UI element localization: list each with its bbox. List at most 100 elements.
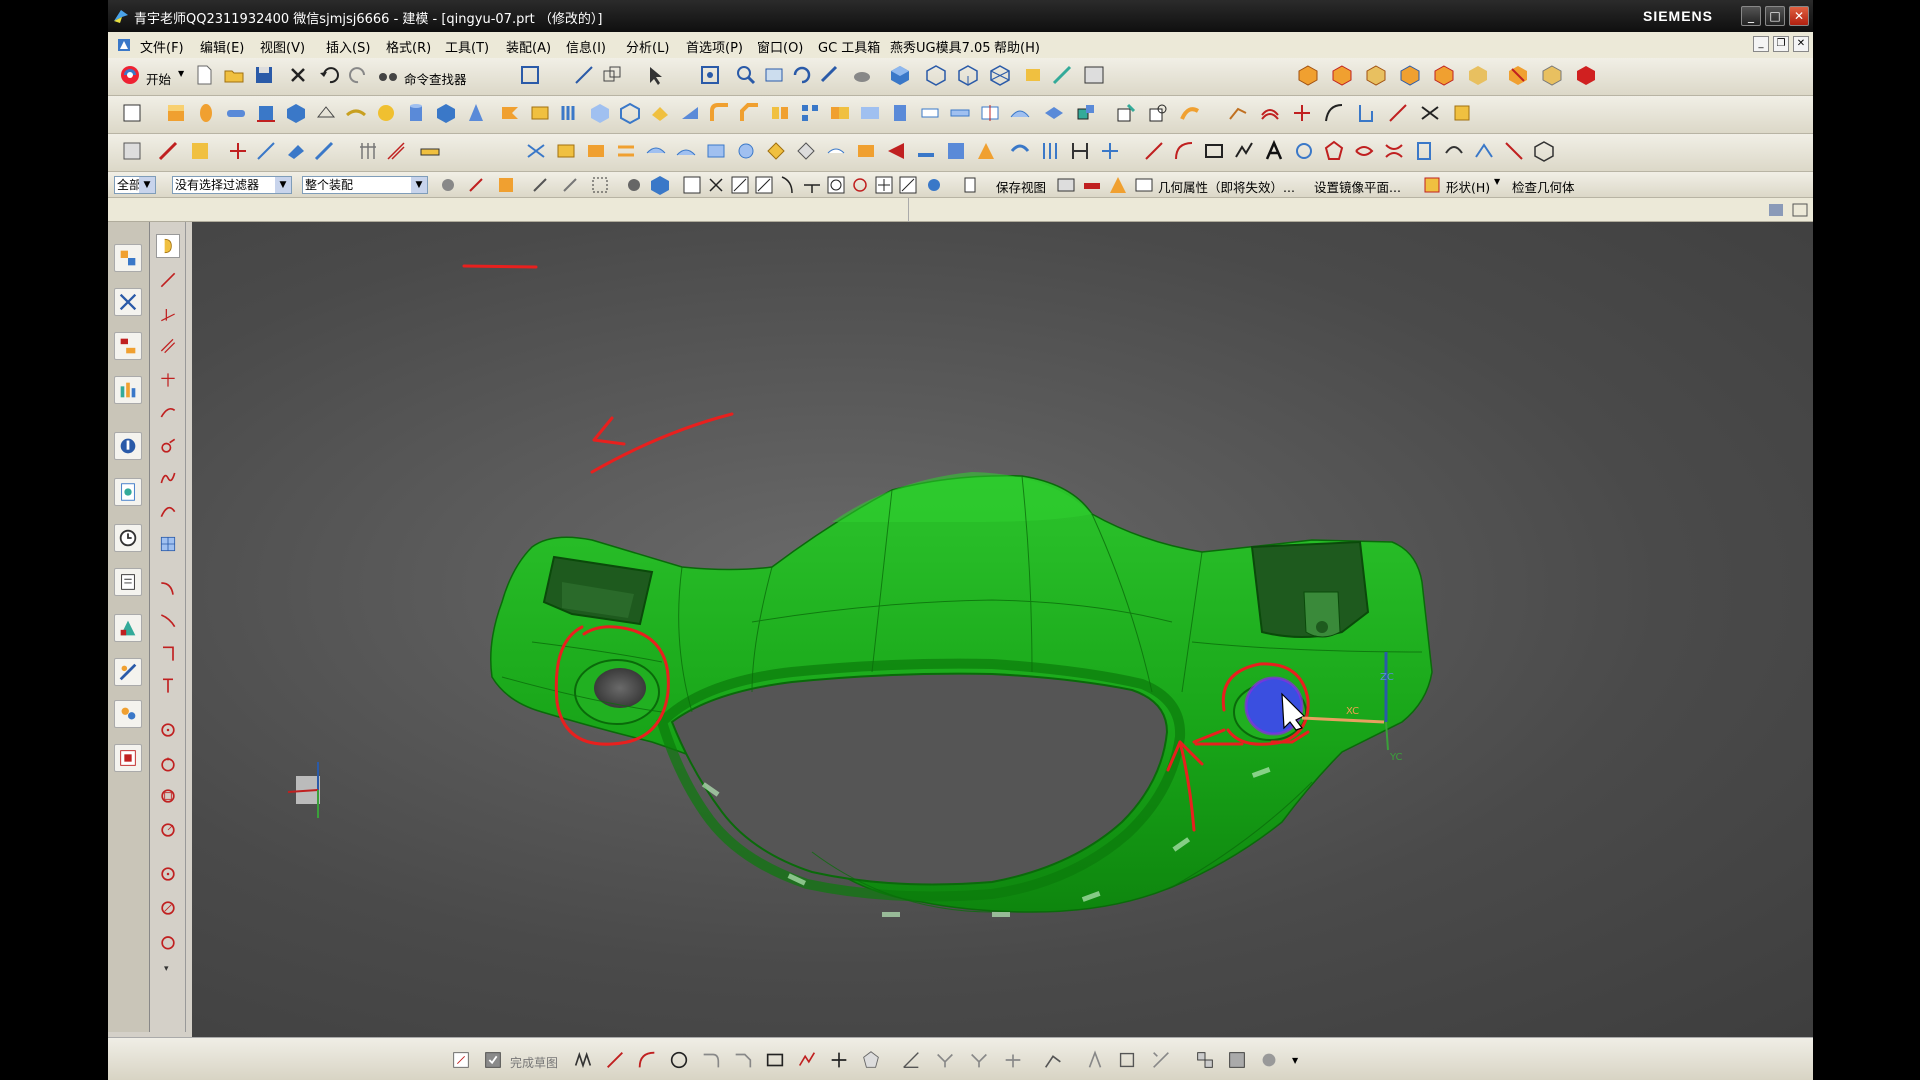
sketch-offset-icon[interactable] xyxy=(156,674,180,698)
new-icon[interactable] xyxy=(192,63,216,87)
menu-analysis[interactable]: 分析(L) xyxy=(626,37,669,56)
revolve-icon[interactable] xyxy=(194,101,218,125)
sync-model-icon[interactable] xyxy=(1146,101,1170,125)
rotate-icon[interactable] xyxy=(790,63,814,87)
cut-icon[interactable] xyxy=(286,63,310,87)
datum-axis-icon[interactable] xyxy=(312,139,336,163)
combined-curve-icon[interactable] xyxy=(1442,139,1466,163)
constraint-nav-icon[interactable] xyxy=(114,288,142,316)
mirror-body-icon[interactable] xyxy=(768,101,792,125)
pattern-curve-icon[interactable] xyxy=(1256,1047,1282,1073)
through-curves-icon[interactable] xyxy=(524,139,548,163)
snap-midpoint-icon[interactable] xyxy=(648,173,672,197)
point-set-icon[interactable] xyxy=(254,139,278,163)
offset-curve-icon[interactable] xyxy=(1258,101,1282,125)
x-form-icon[interactable] xyxy=(1008,139,1032,163)
spline-sketch-icon[interactable] xyxy=(794,1047,820,1073)
undo-icon[interactable] xyxy=(318,63,342,87)
global-shaping-icon[interactable] xyxy=(1068,139,1092,163)
measure-icon[interactable] xyxy=(1080,173,1104,197)
line-sketch-icon[interactable] xyxy=(602,1047,628,1073)
left-hole[interactable] xyxy=(594,668,646,708)
extension-icon[interactable] xyxy=(884,139,908,163)
fill-surface-icon[interactable] xyxy=(974,139,998,163)
snap-tangent-icon[interactable] xyxy=(752,173,776,197)
curve-extract-icon[interactable] xyxy=(1450,101,1474,125)
mold-tool-5-icon[interactable] xyxy=(1432,63,1456,87)
layer-icon[interactable] xyxy=(1022,63,1046,87)
arc-icon[interactable] xyxy=(1172,139,1196,163)
sketch-trim-icon[interactable] xyxy=(156,576,180,600)
menu-preferences[interactable]: 首选项(P) xyxy=(686,37,743,56)
minimize-button[interactable]: _ xyxy=(1741,6,1761,26)
auto-constrain-icon[interactable] xyxy=(1082,1047,1108,1073)
project-curve-icon[interactable] xyxy=(1354,101,1378,125)
menu-insert[interactable]: 插入(S) xyxy=(326,37,370,56)
front-view-icon[interactable] xyxy=(924,63,948,87)
rectangle-select-icon[interactable] xyxy=(588,173,612,197)
mold-tool-4-icon[interactable] xyxy=(1398,63,1422,87)
palettes-icon[interactable] xyxy=(114,744,142,772)
reuse-library-icon[interactable] xyxy=(114,376,142,404)
system-materials-icon[interactable] xyxy=(114,568,142,596)
sketch-corner-icon[interactable] xyxy=(156,642,180,666)
zoom-window-icon[interactable] xyxy=(762,63,786,87)
shape-menu-button[interactable]: 形状(H) xyxy=(1446,177,1490,196)
part-model[interactable] xyxy=(192,222,1813,1037)
patch-icon[interactable] xyxy=(648,101,672,125)
transform-icon[interactable] xyxy=(600,63,624,87)
extrude-icon[interactable] xyxy=(164,101,188,125)
menu-tools[interactable]: 工具(T) xyxy=(445,37,489,56)
trim-sheet-icon[interactable] xyxy=(854,139,878,163)
check-geometry-button[interactable]: 检查几何体 xyxy=(1512,177,1575,196)
sketch-extend-icon[interactable] xyxy=(156,608,180,632)
fit-icon[interactable] xyxy=(518,63,542,87)
menu-window[interactable]: 窗口(O) xyxy=(757,37,803,56)
extract-icon[interactable] xyxy=(918,101,942,125)
fit-view-icon[interactable] xyxy=(698,63,722,87)
mold-tool-8-icon[interactable] xyxy=(1540,63,1564,87)
select-icon[interactable] xyxy=(644,63,668,87)
unite-icon[interactable] xyxy=(828,101,852,125)
set-mirror-plane-button[interactable]: 设置镜像平面... xyxy=(1314,177,1401,196)
menu-view[interactable]: 视图(V) xyxy=(260,37,305,56)
chamfer-icon[interactable] xyxy=(738,101,762,125)
start-icon[interactable] xyxy=(118,63,142,87)
mdi-minimize-button[interactable]: _ xyxy=(1753,36,1769,52)
sketch-circle-icon[interactable] xyxy=(156,718,180,742)
mold-tool-3-icon[interactable] xyxy=(1364,63,1388,87)
snap-icon[interactable] xyxy=(572,63,596,87)
close-button[interactable]: ✕ xyxy=(1789,6,1809,26)
constraint-sketch-icon[interactable] xyxy=(1040,1047,1066,1073)
polygon-sketch-icon[interactable] xyxy=(858,1047,884,1073)
helix-icon[interactable] xyxy=(1292,139,1316,163)
attribute-icon[interactable] xyxy=(1132,173,1156,197)
menu-format[interactable]: 格式(R) xyxy=(386,37,431,56)
zoom-icon[interactable] xyxy=(734,63,758,87)
quilt-icon[interactable] xyxy=(794,139,818,163)
blend-icon[interactable] xyxy=(708,101,732,125)
mold-tool-1-icon[interactable] xyxy=(1296,63,1320,87)
snap-on-face-icon[interactable] xyxy=(922,173,946,197)
edit-curve-icon[interactable] xyxy=(1226,101,1250,125)
top-view-icon[interactable] xyxy=(956,63,980,87)
i-form-icon[interactable] xyxy=(1038,139,1062,163)
wrap-curve-icon[interactable] xyxy=(1412,139,1436,163)
subtract-icon[interactable] xyxy=(858,101,882,125)
open-icon[interactable] xyxy=(222,63,246,87)
assembly-nav-icon[interactable] xyxy=(114,244,142,272)
menu-file[interactable]: 文件(F) xyxy=(140,37,184,56)
extract-edge-icon[interactable] xyxy=(1502,139,1526,163)
selection-filter-select[interactable]: 没有选择过滤器 ▼ xyxy=(172,176,292,194)
circle-icon[interactable] xyxy=(666,1047,692,1073)
tube-icon[interactable] xyxy=(224,101,248,125)
snap-on-curve-icon[interactable] xyxy=(896,173,920,197)
manufacturing-wizard-icon[interactable] xyxy=(114,658,142,686)
offset-surface-icon[interactable] xyxy=(824,139,848,163)
make-corner-icon[interactable] xyxy=(1000,1047,1026,1073)
rectangle-sketch-icon[interactable] xyxy=(762,1047,788,1073)
snap-existing-icon[interactable] xyxy=(872,173,896,197)
cube-icon[interactable] xyxy=(434,101,458,125)
sketch-line-icon[interactable] xyxy=(156,268,180,292)
sphere-icon[interactable] xyxy=(374,101,398,125)
